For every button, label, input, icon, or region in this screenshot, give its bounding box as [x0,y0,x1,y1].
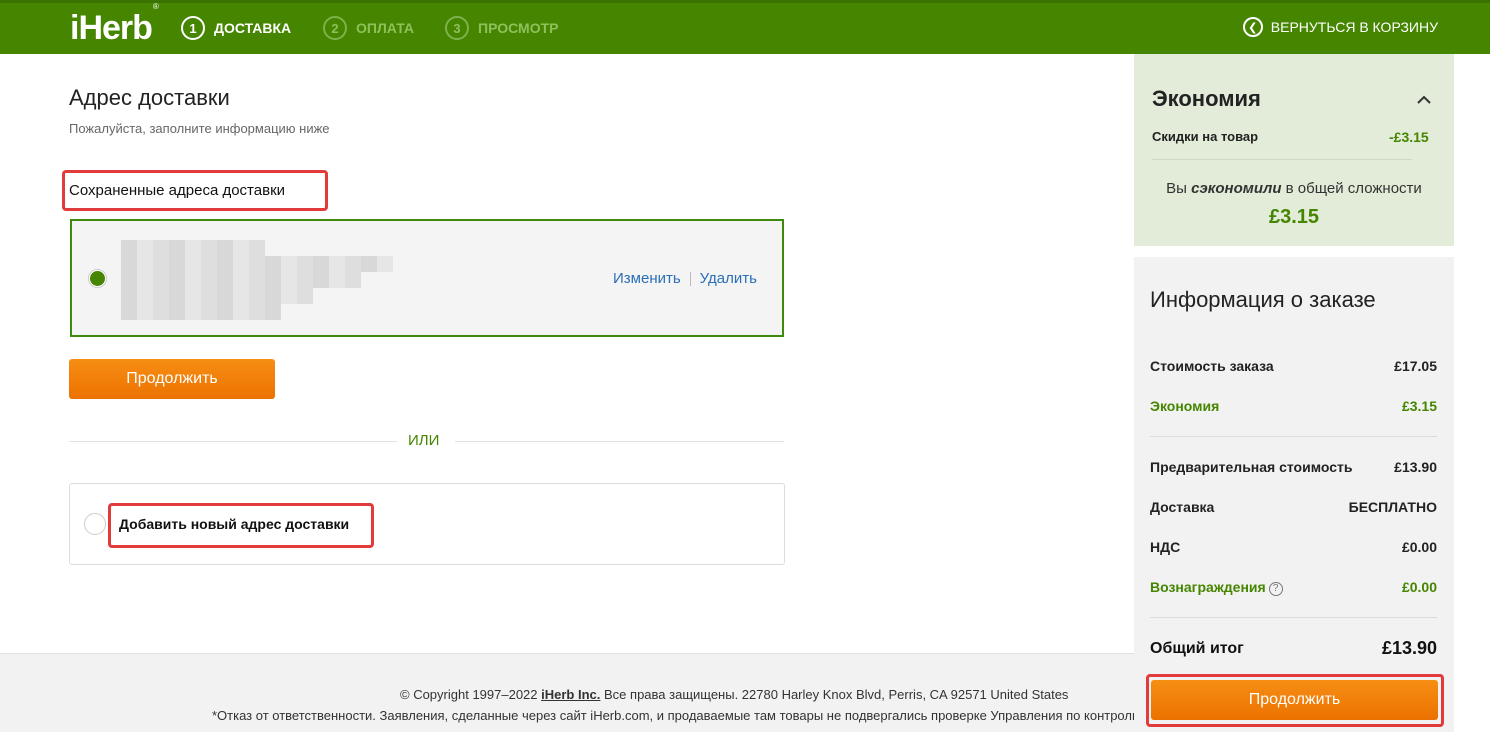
product-discount-value: -£3.15 [1389,129,1429,145]
add-new-address-radio[interactable] [84,513,106,535]
step-label: ДОСТАВКА [214,20,292,36]
grand-total-label: Общий итог [1150,640,1244,657]
step-delivery: 1 ДОСТАВКА [181,16,291,40]
order-summary-panel [1134,257,1454,732]
step-label: ПРОСМОТР [478,20,559,36]
copyright-text: © Copyright 1997–2022 iHerb Inc. Все пра… [400,687,1069,702]
checkout-header: iHerb® 1 ДОСТАВКА 2 ОПЛАТА 3 ПРОСМОТР ❮ … [0,0,1490,54]
chevron-left-icon: ❮ [1242,17,1263,37]
subtotal-value: £13.90 [1394,459,1437,475]
vat-value: £0.00 [1401,539,1437,555]
divider [1150,436,1437,437]
total-savings-amount: £3.15 [1268,206,1320,228]
radio-dot [90,271,105,286]
chevron-up-icon[interactable] [1416,92,1432,108]
address-radio-selected[interactable] [88,269,107,288]
order-economy-label: Экономия [1150,398,1220,414]
step-review: 3 ПРОСМОТР [445,16,558,40]
saved-addresses-heading: Сохраненные адреса доставки [69,182,286,199]
edit-address-link[interactable]: Изменить [613,270,681,287]
step-label: ОПЛАТА [356,20,414,36]
disclaimer-text: *Отказ от ответственности. Заявления, сд… [212,708,1134,723]
page-subtitle: Пожалуйста, заполните информацию ниже [69,121,330,136]
rewards-row: Вознаграждения? [1150,579,1283,596]
rewards-value: £0.00 [1401,579,1437,595]
add-new-address-label[interactable]: Добавить новый адрес доставки [119,516,349,532]
grand-total-value: £13.90 [1381,638,1437,658]
vat-label: НДС [1150,539,1181,555]
address-actions: Изменить Удалить [613,270,757,287]
divider [1150,617,1437,618]
page-title: Адрес доставки [69,85,230,110]
redacted-address-line [121,304,281,320]
redacted-address-line [121,288,313,304]
redacted-address-line [121,256,393,272]
header-accent [0,0,1490,3]
redacted-address-line [121,272,361,288]
sidebar-continue-button[interactable]: Продолжить [1151,680,1438,720]
continue-button[interactable]: Продолжить [69,359,275,399]
redacted-address-line [121,240,265,256]
step-number: 1 [181,16,205,40]
back-to-cart-label: ВЕРНУТЬСЯ В КОРЗИНУ [1270,19,1438,35]
total-savings-text: Вы сэкономили в общей сложности £3.15 [1166,180,1422,228]
step-number: 2 [323,16,347,40]
divider [1152,159,1412,160]
product-discount-label: Скидки на товар [1152,129,1259,144]
rewards-label: Вознаграждения [1150,579,1266,595]
order-summary-title: Информация о заказе [1150,287,1376,312]
delivery-label: Доставка [1150,499,1215,515]
divider [455,441,784,442]
divider [69,441,397,442]
help-icon[interactable]: ? [1268,581,1283,596]
divider [689,271,691,286]
subtotal-label: Предварительная стоимость [1150,459,1353,475]
company-link[interactable]: iHerb Inc. [541,687,600,702]
back-to-cart-link[interactable]: ❮ ВЕРНУТЬСЯ В КОРЗИНУ [1242,17,1438,37]
savings-title: Экономия [1152,86,1261,111]
or-separator: ИЛИ [408,432,440,449]
iherb-logo[interactable]: iHerb® [70,2,159,48]
step-number: 3 [445,16,469,40]
delete-address-link[interactable]: Удалить [700,270,757,287]
order-cost-label: Стоимость заказа [1150,358,1274,374]
step-payment: 2 ОПЛАТА [323,16,414,40]
delivery-value: БЕСПЛАТНО [1348,499,1437,515]
order-economy-value: £3.15 [1401,398,1437,414]
order-cost-value: £17.05 [1394,358,1437,374]
